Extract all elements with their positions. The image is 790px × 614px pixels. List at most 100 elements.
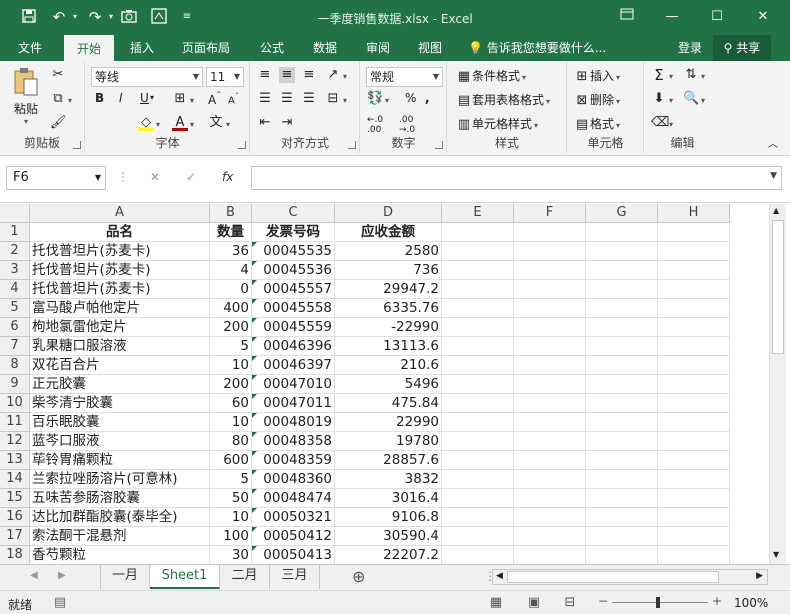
cell-e2[interactable] [442,242,514,261]
cell-c5[interactable]: 00045558 [252,299,335,318]
login-link[interactable]: 登录 [672,35,708,61]
font-launcher-icon[interactable] [238,141,246,149]
tab-insert[interactable]: 插入 [118,35,166,61]
cell-c3[interactable]: 00045536 [252,261,335,280]
align-top-icon[interactable]: ≡ [257,67,273,83]
align-right-icon[interactable]: ☰ [301,91,317,107]
normal-view-icon[interactable]: ▦ [488,595,504,611]
cell-a4[interactable]: 托伐普坦片(苏麦卡) [30,280,210,299]
shrink-font-icon[interactable]: Aˇ [228,91,239,106]
cell-h1[interactable] [658,223,730,242]
macro-record-icon[interactable]: ▤ [52,595,68,611]
cell-a15[interactable]: 五味苦参肠溶胶囊 [30,489,210,508]
column-header-g[interactable]: G [586,204,658,223]
insert-cells-button[interactable]: ⊞ 插入 ▾ [574,67,620,85]
cell-h18[interactable] [658,546,730,564]
align-center-icon[interactable]: ☰ [279,91,295,107]
cell-h4[interactable] [658,280,730,299]
row-header-16[interactable]: 16 [0,508,30,527]
close-icon[interactable]: ✕ [748,5,778,29]
cell-c16[interactable]: 00050321 [252,508,335,527]
cell-g4[interactable] [586,280,658,299]
insert-function-icon[interactable]: fx [222,170,233,184]
row-header-1[interactable]: 1 [0,223,30,242]
row-header-14[interactable]: 14 [0,470,30,489]
cell-b6[interactable]: 200 [210,318,252,337]
cell-h13[interactable] [658,451,730,470]
currency-icon[interactable]: 💱 ▾ [367,91,389,107]
column-header-c[interactable]: C [252,204,335,223]
cell-g16[interactable] [586,508,658,527]
cell-f4[interactable] [514,280,586,299]
cell-a16[interactable]: 达比加群酯胶囊(泰毕全) [30,508,210,527]
column-header-a[interactable]: A [30,204,210,223]
horizontal-scrollbar[interactable]: ◀ ▶ [492,569,768,585]
cell-a17[interactable]: 索法酮干混悬剂 [30,527,210,546]
cell-g18[interactable] [586,546,658,564]
tab-home[interactable]: 开始 [64,35,114,61]
cell-d3[interactable]: 736 [335,261,442,280]
row-header-12[interactable]: 12 [0,432,30,451]
cell-a2[interactable]: 托伐普坦片(苏麦卡) [30,242,210,261]
sort-filter-icon[interactable]: ⇅ ▾ [683,67,705,83]
share-button[interactable]: ⚲ 共享 [713,35,771,61]
cell-a13[interactable]: 荜铃胃痛颗粒 [30,451,210,470]
cell-e4[interactable] [442,280,514,299]
format-cells-button[interactable]: ▤ 格式 ▾ [574,115,620,133]
cell-b5[interactable]: 400 [210,299,252,318]
cell-d1[interactable]: 应收金额 [335,223,442,242]
increase-decimal-icon[interactable]: ←.0.00 [367,115,383,135]
cell-d15[interactable]: 3016.4 [335,489,442,508]
scroll-up-icon[interactable]: ▲ [773,206,779,215]
row-header-6[interactable]: 6 [0,318,30,337]
cell-e5[interactable] [442,299,514,318]
cell-h14[interactable] [658,470,730,489]
cell-g10[interactable] [586,394,658,413]
cell-c4[interactable]: 00045557 [252,280,335,299]
cut-icon[interactable]: ✂ [50,67,66,83]
cell-f2[interactable] [514,242,586,261]
cell-c11[interactable]: 00048019 [252,413,335,432]
cell-g5[interactable] [586,299,658,318]
zoom-out-icon[interactable]: − [598,594,608,608]
row-header-4[interactable]: 4 [0,280,30,299]
fill-icon[interactable]: ⬇ ▾ [651,91,673,107]
cell-f8[interactable] [514,356,586,375]
cell-f9[interactable] [514,375,586,394]
table-format-button[interactable]: ▤ 套用表格格式 ▾ [456,91,550,109]
cell-b3[interactable]: 4 [210,261,252,280]
cell-f15[interactable] [514,489,586,508]
row-header-17[interactable]: 17 [0,527,30,546]
cell-c18[interactable]: 00050413 [252,546,335,564]
cell-e11[interactable] [442,413,514,432]
cell-c2[interactable]: 00045535 [252,242,335,261]
tab-formulas[interactable]: 公式 [250,35,294,61]
cell-d18[interactable]: 22207.2 [335,546,442,564]
cell-h2[interactable] [658,242,730,261]
spreadsheet-grid[interactable]: A B C D E F G H 1 品名 数量 发票号码 应收金额 2 托伐普坦片(苏麦卡) 36 000455… [0,204,790,564]
cell-b9[interactable]: 200 [210,375,252,394]
cell-d7[interactable]: 13113.6 [335,337,442,356]
cell-c13[interactable]: 00048359 [252,451,335,470]
zoom-in-icon[interactable]: + [712,594,722,608]
vertical-scrollbar[interactable]: ▲ ▼ [769,204,786,564]
scroll-left-icon[interactable]: ◀ [496,571,503,581]
cell-a5[interactable]: 富马酸卢帕他定片 [30,299,210,318]
find-select-icon[interactable]: 🔍 ▾ [683,91,705,107]
cell-f14[interactable] [514,470,586,489]
cell-a14[interactable]: 兰索拉唑肠溶片(可意林) [30,470,210,489]
cell-h5[interactable] [658,299,730,318]
cell-g12[interactable] [586,432,658,451]
cell-e15[interactable] [442,489,514,508]
font-name-select[interactable]: 等线 ▼ [91,67,203,87]
comma-style-icon[interactable]: , [425,91,430,105]
row-header-7[interactable]: 7 [0,337,30,356]
tab-file[interactable]: 文件 [6,35,54,61]
underline-button[interactable]: U [140,91,149,105]
page-break-view-icon[interactable]: ⊟ [562,595,578,611]
cell-b10[interactable]: 60 [210,394,252,413]
cell-g13[interactable] [586,451,658,470]
column-header-b[interactable]: B [210,204,252,223]
cell-h12[interactable] [658,432,730,451]
cell-d11[interactable]: 22990 [335,413,442,432]
